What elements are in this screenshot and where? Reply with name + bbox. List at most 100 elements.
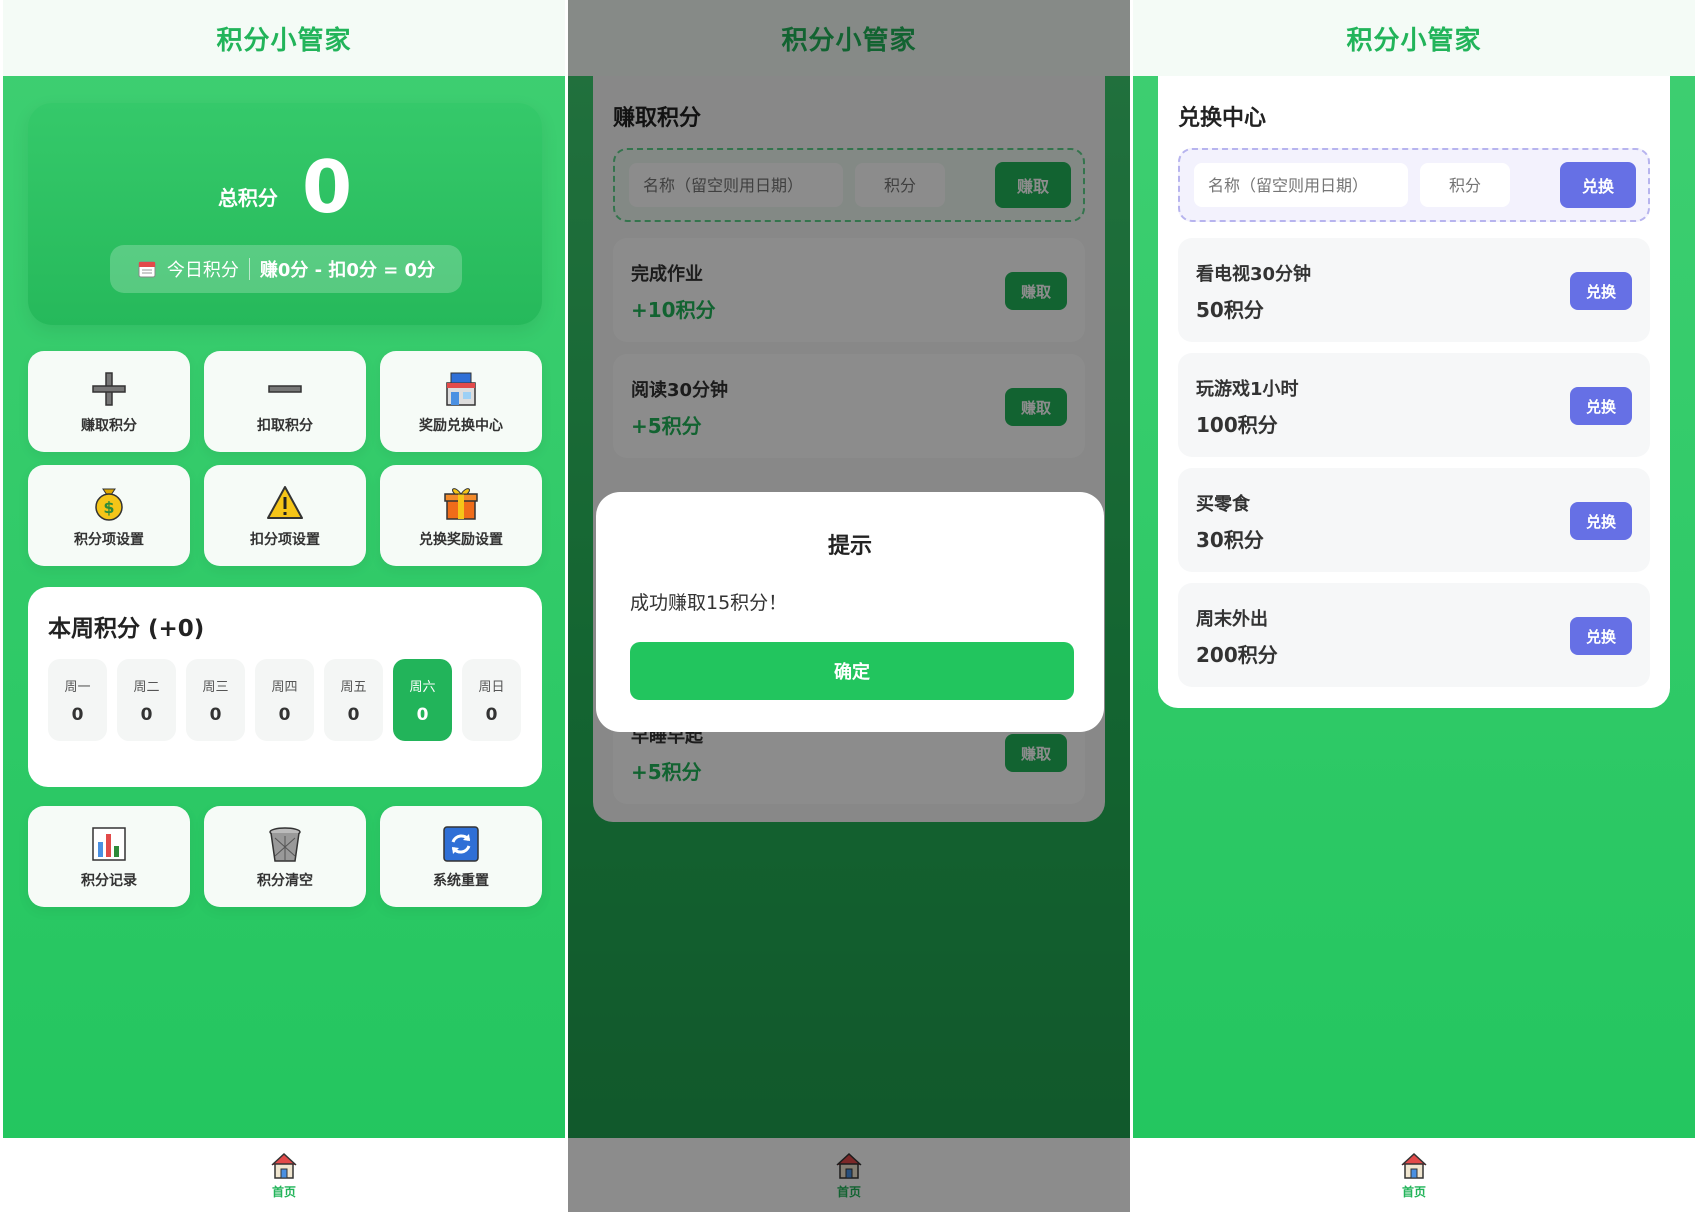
exchange-panel: 兑换中心 兑换 看电视30分钟 50积分 兑换 玩游戏1小时 100积分 兑换 … <box>1158 76 1670 708</box>
tab-home[interactable]: 首页 <box>1402 1183 1426 1200</box>
screenshot-stage: 积分小管家 总积分 0 今日积分 赚0分 - 扣0分 = 0分 赚取积分 扣取积… <box>0 0 1698 1212</box>
exchange-form: 兑换 <box>1178 148 1650 222</box>
reward-item: 买零食 30积分 兑换 <box>1178 468 1650 572</box>
system-reset-button[interactable]: 系统重置 <box>380 806 542 907</box>
reward-settings-button[interactable]: 兑换奖励设置 <box>380 465 542 566</box>
weekday-name: 周日 <box>478 679 505 695</box>
reward-exchange-button[interactable]: 兑换 <box>1570 502 1632 540</box>
clear-points-button[interactable]: 积分清空 <box>204 806 366 907</box>
home-icon[interactable] <box>269 1151 299 1181</box>
dialog-confirm-button[interactable]: 确定 <box>630 642 1074 700</box>
reward-item: 玩游戏1小时 100积分 兑换 <box>1178 353 1650 457</box>
weekday-item: 周五 0 <box>324 659 383 741</box>
weekday-value: 0 <box>71 704 84 725</box>
weekday-item: 周四 0 <box>255 659 314 741</box>
dialog-title: 提示 <box>827 534 872 559</box>
home-screen: 积分小管家 总积分 0 今日积分 赚0分 - 扣0分 = 0分 赚取积分 扣取积… <box>3 0 565 1212</box>
reward-name: 玩游戏1小时 <box>1196 379 1299 400</box>
refresh-icon <box>443 825 479 862</box>
system-reset-label: 系统重置 <box>433 872 489 889</box>
exchange-panel-title: 兑换中心 <box>1178 106 1267 131</box>
weekday-value: 0 <box>140 704 153 725</box>
today-score-pill: 今日积分 赚0分 - 扣0分 = 0分 <box>110 245 462 293</box>
weekday-value: 0 <box>416 704 429 725</box>
earn-screen: 积分小管家 赚取积分 赚取 完成作业 +10积分 赚取 阅读30分钟 +5积分 … <box>568 0 1130 1212</box>
trash-icon <box>269 826 301 862</box>
total-score-label: 总积分 <box>217 186 278 210</box>
points-history-label: 积分记录 <box>81 872 137 889</box>
clear-points-label: 积分清空 <box>257 872 313 889</box>
reward-item: 看电视30分钟 50积分 兑换 <box>1178 238 1650 342</box>
total-score-row: 总积分 0 <box>28 151 542 223</box>
dialog-message: 成功赚取15积分！ <box>630 592 788 614</box>
weekday-value: 0 <box>209 704 222 725</box>
reward-exchange-button[interactable]: 兑换 <box>1570 387 1632 425</box>
calendar-icon <box>138 261 156 278</box>
app-header: 积分小管家 <box>1133 0 1695 76</box>
weekly-points-card: 本周积分 (+0) 周一 0 周二 0 周三 0 周四 0 周五 0 周六 0 周日 0 <box>28 587 542 787</box>
weekly-points-title: 本周积分 (+0) <box>48 616 205 642</box>
reward-name: 看电视30分钟 <box>1196 264 1312 285</box>
today-score-label: 今日积分 <box>166 260 239 281</box>
plus-icon <box>92 371 126 406</box>
reward-cost: 100积分 <box>1196 413 1278 437</box>
bar-chart-icon <box>92 826 126 861</box>
reward-name: 周末外出 <box>1196 609 1268 630</box>
reward-settings-label: 兑换奖励设置 <box>419 531 503 548</box>
weekday-item: 周一 0 <box>48 659 107 741</box>
exchange-name-input[interactable] <box>1194 163 1408 207</box>
weekday-item: 周三 0 <box>186 659 245 741</box>
action-grid: 赚取积分 扣取积分 奖励兑换中心 $ 积分项设置 扣分项设置 兑换奖励设置 <box>28 351 542 566</box>
gift-icon <box>444 487 478 520</box>
exchange-screen: 积分小管家 兑换中心 兑换 看电视30分钟 50积分 兑换 玩游戏1小时 100… <box>1133 0 1695 1212</box>
warning-icon <box>267 485 303 519</box>
app-title: 积分小管家 <box>216 25 352 56</box>
weekday-value: 0 <box>278 704 291 725</box>
reward-exchange-button[interactable]: 兑换 <box>1570 272 1632 310</box>
reward-exchange-button[interactable]: 兑换 <box>1570 617 1632 655</box>
reward-cost: 50积分 <box>1196 298 1264 322</box>
total-score-value: 0 <box>301 145 353 229</box>
weekday-item-active: 周六 0 <box>393 659 452 741</box>
tab-home[interactable]: 首页 <box>272 1183 296 1200</box>
app-title: 积分小管家 <box>1346 25 1482 56</box>
alert-dialog: 提示 成功赚取15积分！ 确定 <box>596 492 1104 732</box>
svg-text:$: $ <box>103 498 114 517</box>
deduct-settings-button[interactable]: 扣分项设置 <box>204 465 366 566</box>
total-score-card: 总积分 0 今日积分 赚0分 - 扣0分 = 0分 <box>28 103 542 325</box>
money-bag-icon: $ <box>95 488 123 521</box>
weekday-name: 周五 <box>340 679 367 695</box>
minus-icon <box>268 384 302 393</box>
deduct-settings-label: 扣分项设置 <box>250 531 320 548</box>
divider <box>248 258 250 280</box>
weekday-list: 周一 0 周二 0 周三 0 周四 0 周五 0 周六 0 周日 0 <box>48 659 521 741</box>
reward-item: 周末外出 200积分 兑换 <box>1178 583 1650 687</box>
points-settings-label: 积分项设置 <box>74 531 144 548</box>
home-icon[interactable] <box>1399 1151 1429 1181</box>
store-icon <box>446 372 476 406</box>
reward-name: 买零食 <box>1196 494 1250 515</box>
exchange-submit-button[interactable]: 兑换 <box>1560 162 1636 208</box>
reward-cost: 200积分 <box>1196 643 1278 667</box>
exchange-points-input[interactable] <box>1420 163 1510 207</box>
points-history-button[interactable]: 积分记录 <box>28 806 190 907</box>
weekday-name: 周三 <box>202 679 229 695</box>
weekday-name: 周一 <box>64 679 91 695</box>
tool-grid: 积分记录 积分清空 系统重置 <box>28 806 542 907</box>
reward-center-button[interactable]: 奖励兑换中心 <box>380 351 542 452</box>
earn-points-label: 赚取积分 <box>81 417 137 434</box>
tab-bar: 首页 <box>3 1138 565 1212</box>
weekday-value: 0 <box>347 704 360 725</box>
weekday-name: 周四 <box>271 679 298 695</box>
app-header: 积分小管家 <box>3 0 565 76</box>
deduct-points-button[interactable]: 扣取积分 <box>204 351 366 452</box>
weekday-name: 周六 <box>409 679 436 695</box>
deduct-points-label: 扣取积分 <box>257 417 313 434</box>
today-score-formula: 赚0分 - 扣0分 = 0分 <box>259 260 436 281</box>
earn-points-button[interactable]: 赚取积分 <box>28 351 190 452</box>
weekday-item: 周日 0 <box>462 659 521 741</box>
reward-center-label: 奖励兑换中心 <box>419 417 503 434</box>
weekday-value: 0 <box>485 704 498 725</box>
reward-cost: 30积分 <box>1196 528 1264 552</box>
points-settings-button[interactable]: $ 积分项设置 <box>28 465 190 566</box>
